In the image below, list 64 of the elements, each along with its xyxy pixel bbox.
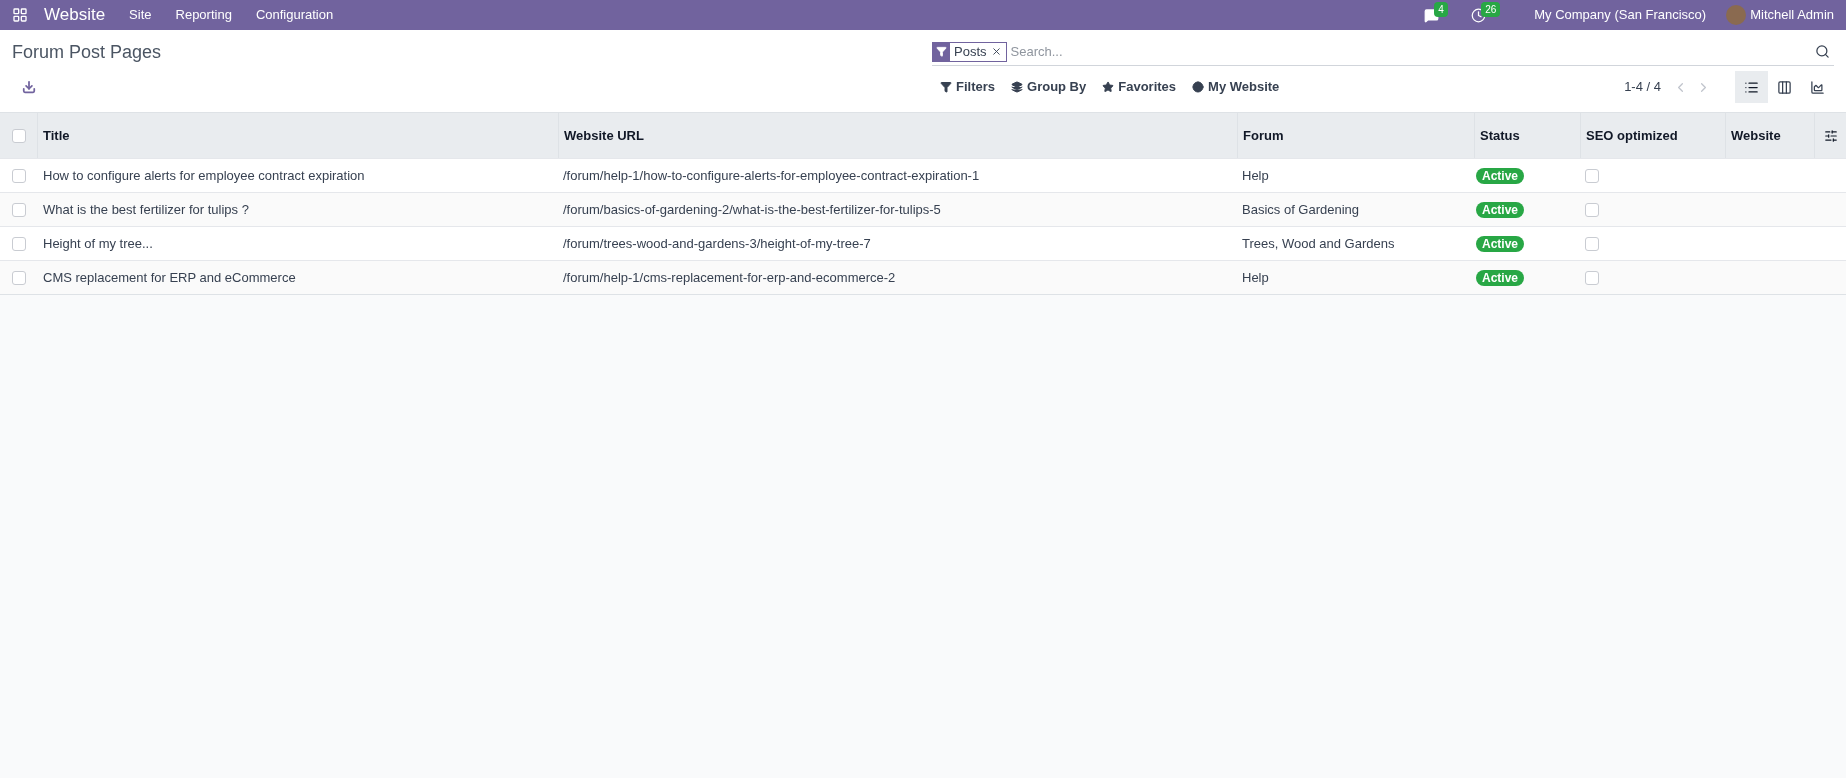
status-badge: Active <box>1476 269 1525 286</box>
kanban-icon <box>1777 79 1792 95</box>
toolbar-button[interactable]: My Website <box>1184 77 1288 97</box>
checkbox[interactable] <box>11 168 26 183</box>
status-badge: Active <box>1476 167 1525 184</box>
checkbox[interactable] <box>1585 168 1599 183</box>
table-row[interactable]: CMS replacement for ERP and eCommerce /forum/help-1/cms-replacement-for-erp-and-ecommerce-2 Help Active <box>0 260 1846 294</box>
checkbox[interactable] <box>1585 236 1599 251</box>
area-chart-icon <box>1810 79 1825 95</box>
search-icon[interactable] <box>1815 44 1830 59</box>
list-icon <box>1744 79 1759 95</box>
filter-icon <box>936 46 947 57</box>
user-menu[interactable]: Mitchell Admin <box>1750 5 1834 25</box>
column-header[interactable]: Website <box>1731 125 1781 146</box>
activities-icon[interactable] <box>1471 7 1487 23</box>
pager-value[interactable]: 1-4 / 4 <box>1624 77 1661 97</box>
view-switch-button[interactable] <box>1735 71 1768 103</box>
toolbar-button[interactable]: Group By <box>1003 77 1095 97</box>
company-switcher[interactable]: My Company (San Francisco) <box>1534 5 1707 25</box>
column-header[interactable]: Website URL <box>564 125 644 146</box>
messages-count-badge: 4 <box>1434 1 1448 17</box>
checkbox[interactable] <box>11 128 26 143</box>
table-cell: What is the best fertilizer for tulips ? <box>43 201 249 217</box>
toolbar-button[interactable]: Filters <box>932 77 1003 97</box>
status-badge: Active <box>1476 235 1525 252</box>
filter-facet[interactable]: Posts <box>932 41 1007 62</box>
remove-icon[interactable] <box>990 46 1002 57</box>
table-cell: /forum/help-1/how-to-configure-alerts-for-employee-contract-expiration-1 <box>563 167 980 183</box>
table-cell: /forum/trees-wood-and-gardens-3/height-of-my-tree-7 <box>563 235 871 251</box>
table-row[interactable]: What is the best fertilizer for tulips ? /forum/basics-of-gardening-2/what-is-the-best-fertilizer-for-tulips-5 Basics of Gardening Active <box>0 192 1846 226</box>
apps-menu-icon[interactable] <box>12 7 28 23</box>
checkbox[interactable] <box>1585 270 1599 285</box>
search-input[interactable]: Search... <box>1010 41 1815 62</box>
activities-count-badge: 26 <box>1481 1 1501 17</box>
table-cell: Trees, Wood and Gardens <box>1242 235 1395 251</box>
checkbox[interactable] <box>11 270 26 285</box>
checkbox[interactable] <box>11 202 26 217</box>
filter-icon <box>940 81 952 93</box>
table-cell: Height of my tree... <box>43 235 153 251</box>
layers-icon <box>1011 81 1023 93</box>
app-name[interactable]: Website <box>44 2 106 28</box>
table-cell: /forum/help-1/cms-replacement-for-erp-and-ecommerce-2 <box>563 269 896 285</box>
checkbox[interactable] <box>11 236 26 251</box>
user-avatar[interactable] <box>1726 5 1747 25</box>
status-badge: Active <box>1476 201 1525 218</box>
table-cell: CMS replacement for ERP and eCommerce <box>43 269 296 285</box>
table-cell: Help <box>1242 167 1269 183</box>
menu-item[interactable]: Configuration <box>255 5 334 25</box>
star-icon <box>1102 81 1115 93</box>
table-cell: How to configure alerts for employee contract expiration <box>43 167 365 183</box>
menu-item[interactable]: Site <box>129 5 152 25</box>
toolbar-button[interactable]: Favorites <box>1094 77 1185 97</box>
page-title: Forum Post Pages <box>12 40 162 64</box>
column-header[interactable]: SEO optimized <box>1586 125 1678 146</box>
checkbox[interactable] <box>1585 202 1599 217</box>
download-icon[interactable] <box>22 80 36 94</box>
column-header[interactable]: Title <box>43 125 70 146</box>
optional-columns-icon[interactable] <box>1823 128 1838 143</box>
table-cell: /forum/basics-of-gardening-2/what-is-the-best-fertilizer-for-tulips-5 <box>563 201 941 217</box>
table-cell: Help <box>1242 269 1269 285</box>
table-cell: Basics of Gardening <box>1242 201 1360 217</box>
menu-item[interactable]: Reporting <box>175 5 232 25</box>
column-header[interactable]: Status <box>1480 125 1520 146</box>
column-header[interactable]: Forum <box>1243 125 1284 146</box>
